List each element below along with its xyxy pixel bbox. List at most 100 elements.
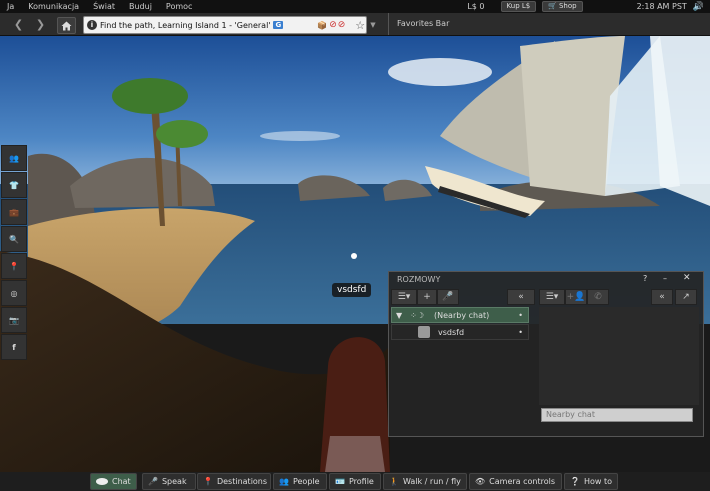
chat-bubble-icon: [96, 478, 108, 485]
cart-icon: 🛒: [548, 2, 557, 10]
location-bar[interactable]: i Find the path, Learning Island 1 - 'Ge…: [83, 16, 367, 34]
snapshot-icon: 📷: [9, 315, 19, 325]
conversations-panel: ROZMOWY ? – ✕ ☰▾ + 🎤 « ☰▾ +👤 ✆ « ↗ ▼ ⁘☽ …: [388, 271, 704, 437]
conversation-options-button[interactable]: ☰▾: [539, 289, 565, 305]
outfits-button[interactable]: 👕: [1, 172, 27, 198]
how-to-button[interactable]: ❔ How to: [564, 473, 618, 490]
minimize-button[interactable]: –: [663, 274, 667, 283]
walk-label: Walk / run / fly: [402, 477, 461, 486]
clock: 2:18 AM PST: [636, 2, 687, 11]
snapshot-button[interactable]: 📷: [1, 307, 27, 333]
bottom-toolbar: Chat 🎤 Speak 📍 Destinations 👥 People 🪪 P…: [0, 472, 710, 491]
appearance-button[interactable]: 👥: [1, 145, 27, 171]
destinations-button[interactable]: 📍 Destinations: [197, 473, 271, 490]
profile-button[interactable]: 🪪 Profile: [329, 473, 381, 490]
left-toolbar: 👥 👕 💼 🔍 📍 ◎ 📷 f: [1, 145, 27, 361]
avatar-name-tag[interactable]: vsdsfd: [332, 283, 372, 297]
radar-button[interactable]: ◎: [1, 280, 27, 306]
chat-history-area[interactable]: [539, 307, 699, 405]
menu-world[interactable]: Świat: [86, 2, 122, 11]
add-person-icon: +👤: [566, 292, 586, 302]
panel-title: ROZMOWY: [397, 275, 441, 284]
add-conversation-button[interactable]: +: [417, 289, 437, 305]
expand-arrow-icon: ▼: [396, 310, 403, 320]
facebook-icon: f: [12, 342, 16, 352]
back-button[interactable]: ❮: [10, 17, 27, 32]
favorites-label: Favorites Bar: [397, 19, 450, 28]
inventory-button[interactable]: 💼: [1, 199, 27, 225]
top-menu-bar: Ja Komunikacja Świat Buduj Pomoc L$ 0 Ku…: [0, 0, 710, 13]
info-icon[interactable]: i: [87, 20, 97, 30]
home-icon: [61, 21, 72, 30]
tear-off-button[interactable]: ↗: [675, 289, 697, 305]
search-button[interactable]: 🔍: [1, 226, 27, 252]
walk-run-fly-button[interactable]: 🚶 Walk / run / fly: [383, 473, 467, 490]
shirt-icon: 👕: [9, 180, 19, 190]
conversation-item-participant[interactable]: vsdsfd •: [391, 324, 529, 340]
double-chevron-left-icon: «: [518, 292, 524, 302]
navigation-bar: ❮ ❯ i Find the path, Learning Island 1 -…: [0, 13, 710, 36]
conversation-label: (Nearby chat): [434, 310, 490, 320]
speak-button[interactable]: 🎤 Speak: [142, 473, 196, 490]
profile-icon: 🪪: [335, 477, 345, 486]
microphone-icon: 🎤: [442, 292, 454, 302]
radar-icon: ◎: [10, 288, 18, 298]
add-participant-button[interactable]: +👤: [565, 289, 587, 305]
how-to-label: How to: [583, 477, 612, 486]
menu-icon: ☰▾: [397, 292, 411, 302]
chevron-right-icon: ❯: [35, 18, 46, 31]
microphone-icon: 🎤: [148, 477, 158, 486]
people-button[interactable]: 👥 People: [273, 473, 327, 490]
menu-me[interactable]: Ja: [0, 2, 21, 11]
favorite-star-icon[interactable]: ☆: [355, 19, 365, 32]
profile-label: Profile: [348, 477, 374, 486]
destinations-label: Destinations: [216, 477, 268, 486]
shop-label: Shop: [558, 2, 577, 10]
volume-icon[interactable]: 🔊: [693, 2, 704, 12]
arrow-up-right-icon: ↗: [682, 292, 690, 302]
voice-button[interactable]: 🎤: [437, 289, 459, 305]
places-icon: 📍: [9, 261, 19, 271]
status-area: L$ 0 Kup L$ 🛒 Shop 2:18 AM PST 🔊: [467, 0, 710, 13]
places-button[interactable]: 📍: [1, 253, 27, 279]
forward-button[interactable]: ❯: [32, 17, 49, 32]
chat-button[interactable]: Chat: [90, 473, 137, 490]
no-push-icon: ⊘: [329, 20, 337, 30]
chat-input[interactable]: Nearby chat: [541, 408, 693, 422]
balance-display[interactable]: L$ 0: [467, 2, 484, 11]
menu-icon-2: ☰▾: [545, 292, 559, 302]
search-icon: 🔍: [9, 234, 19, 244]
panel-title-bar[interactable]: ROZMOWY ? – ✕: [389, 272, 703, 287]
buy-currency-label: Kup L$: [506, 2, 531, 10]
phone-icon: ✆: [594, 292, 602, 302]
menu-help[interactable]: Pomoc: [159, 2, 200, 11]
participant-label: vsdsfd: [438, 327, 465, 337]
nearby-chat-icon: ⁘☽: [410, 310, 425, 320]
conversation-item-nearby-chat[interactable]: ▼ ⁘☽ (Nearby chat) •: [391, 307, 529, 323]
plus-icon: +: [423, 292, 431, 302]
voice-disabled-icon: 📦: [317, 20, 328, 30]
close-button[interactable]: ✕: [683, 273, 691, 283]
location-text: Find the path, Learning Island 1 - 'Gene…: [100, 20, 271, 30]
call-button[interactable]: ✆: [587, 289, 609, 305]
help-button[interactable]: ?: [643, 274, 647, 283]
speak-label: Speak: [161, 477, 187, 486]
camera-controls-button[interactable]: 👁 Camera controls: [469, 473, 562, 490]
favorites-bar[interactable]: Favorites Bar: [388, 13, 449, 35]
location-dropdown-button[interactable]: ▼: [367, 17, 379, 32]
collapse-panel-button[interactable]: «: [651, 289, 673, 305]
facebook-button[interactable]: f: [1, 334, 27, 360]
maturity-badge: G: [273, 21, 284, 29]
options-button[interactable]: ☰▾: [391, 289, 417, 305]
chevron-left-icon: ❮: [13, 18, 24, 31]
unread-dot: •: [518, 310, 523, 320]
menu-build[interactable]: Buduj: [122, 2, 159, 11]
collapse-list-button[interactable]: «: [507, 289, 535, 305]
camera-label: Camera controls: [489, 477, 555, 486]
shop-button[interactable]: 🛒 Shop: [542, 1, 583, 12]
buy-currency-button[interactable]: Kup L$: [500, 1, 537, 12]
home-button[interactable]: [57, 17, 76, 34]
inventory-icon: 💼: [9, 207, 19, 217]
menu-communicate[interactable]: Komunikacja: [21, 2, 86, 11]
people-label: People: [292, 477, 320, 486]
